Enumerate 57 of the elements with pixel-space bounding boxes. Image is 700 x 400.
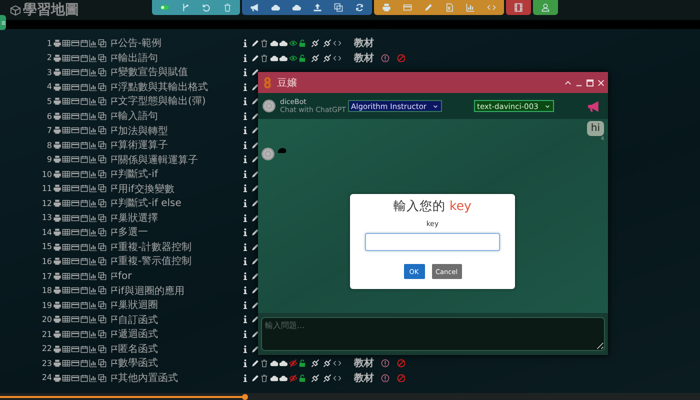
lesson-title[interactable]: 巢狀迴圈 (118, 298, 241, 312)
row-number: 13 (40, 213, 52, 222)
lesson-title[interactable]: 文字型態與輸出(彈) (118, 94, 241, 108)
lesson-title[interactable]: 浮點數與其輸出格式 (118, 80, 241, 94)
row-number: 2 (46, 53, 52, 62)
lesson-title[interactable]: 重複-計數器控制 (118, 240, 241, 254)
row-number: 4 (46, 82, 52, 92)
lesson-title[interactable]: for (118, 270, 241, 282)
lesson-title[interactable]: 用if交換變數 (118, 182, 241, 196)
row-number: 22 (40, 344, 52, 354)
row-number: 10 (40, 170, 52, 179)
row-number: 1 (46, 38, 52, 48)
row-number: 3 (46, 68, 52, 77)
material-link[interactable]: 教材 (354, 50, 374, 65)
row-number: 5 (46, 96, 52, 106)
material-link[interactable]: 教材 (354, 36, 374, 50)
lesson-title[interactable]: 巢狀選擇 (118, 210, 241, 225)
row-number: 17 (40, 272, 52, 281)
row-number: 16 (40, 256, 52, 266)
row-number: 23 (40, 358, 52, 368)
row-number: 19 (40, 300, 52, 310)
lesson-title[interactable]: 輸出語句 (118, 50, 241, 65)
material-link[interactable]: 教材 (354, 356, 374, 370)
lesson-title[interactable]: 匿名函式 (118, 342, 241, 356)
row-number: 7 (46, 126, 52, 136)
lesson-title[interactable]: 判斷式-if else (118, 196, 241, 210)
lesson-title[interactable]: 多選一 (118, 225, 241, 240)
row-number: 6 (46, 112, 52, 120)
row-number: 20 (40, 315, 52, 324)
dialog-title: 輸入您的 key (394, 198, 472, 215)
question-input[interactable]: 輸入問題... (261, 317, 605, 351)
lesson-title[interactable]: 遞迴函式 (118, 327, 241, 342)
row-number: 9 (46, 155, 52, 164)
row-number: 8 (46, 140, 52, 150)
row-number: 15 (40, 242, 52, 252)
lesson-title[interactable]: 判斷式-if (118, 167, 241, 182)
lesson-title[interactable]: 加法與轉型 (118, 124, 241, 138)
row-number: 11 (40, 184, 52, 194)
row-number: 24 (40, 373, 52, 382)
lesson-title[interactable]: 重複-警示值控制 (118, 254, 241, 268)
lesson-title[interactable]: 輸入語句 (118, 109, 241, 123)
row-number: 21 (40, 330, 52, 339)
window-title: 豆嬢 (277, 76, 297, 90)
lesson-title[interactable]: 其他內置函式 (118, 370, 241, 385)
message-bubble: hi (586, 121, 604, 136)
row-number: 12 (40, 198, 52, 208)
lesson-title[interactable]: 自訂函式 (118, 312, 241, 327)
row-number: 14 (40, 228, 52, 237)
lesson-title[interactable]: if與迴圈的應用 (118, 284, 241, 298)
lesson-title[interactable]: 關係與邏輯運算子 (118, 152, 241, 167)
app-title: 學習地圖 (23, 1, 79, 19)
lesson-title[interactable]: 算術運算子 (118, 138, 241, 152)
lesson-title[interactable]: 公告-範例 (118, 36, 241, 50)
lesson-title[interactable]: 變數宣告與賦值 (118, 65, 241, 80)
row-number: 18 (40, 286, 52, 296)
lesson-title[interactable]: 數學函式 (118, 356, 241, 370)
material-link[interactable]: 教材 (354, 370, 374, 385)
